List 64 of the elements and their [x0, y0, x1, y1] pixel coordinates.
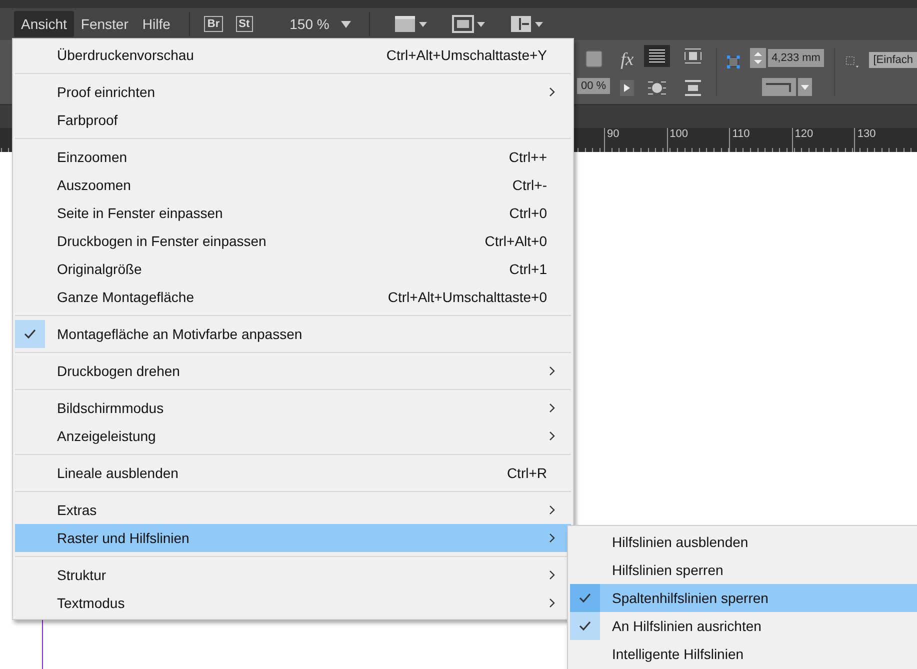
shortcut-label: Ctrl+- [512, 177, 547, 193]
shortcut-label: Ctrl+1 [509, 261, 547, 277]
zoom-dropdown[interactable]: 150 % [290, 16, 352, 32]
shortcut-label: Ctrl+Alt+0 [484, 233, 547, 249]
menu-item[interactable]: Extras [15, 496, 571, 524]
object-style-field[interactable]: [Einfach [869, 52, 917, 68]
menu-item[interactable]: Hilfslinien ausblenden [570, 528, 917, 556]
shortcut-label: Ctrl+R [506, 465, 547, 481]
menu-item-label: Extras [57, 502, 98, 518]
app-badge-button[interactable]: St [236, 16, 253, 32]
menu-item-label: Originalgröße [57, 261, 143, 277]
menu-item[interactable]: Raster und Hilfslinien [15, 524, 571, 552]
menu-item-label: Farbproof [57, 112, 119, 128]
effects-button[interactable]: fx [620, 48, 634, 70]
menu-item[interactable]: Montagefläche an Motivfarbe anpassen [15, 320, 571, 348]
menu-item[interactable]: Einzoomen Ctrl++ [15, 143, 571, 171]
menu-item[interactable]: Textmodus [15, 589, 571, 617]
menu-item-label: Druckbogen drehen [57, 363, 181, 379]
menu-item-label: Auszoomen [57, 177, 132, 193]
menu-item[interactable]: Intelligente Hilfslinien [570, 640, 917, 668]
menu-item-label: Überdruckenvorschau [57, 47, 195, 63]
menu-bar-item[interactable]: Ansicht [14, 11, 74, 37]
menu-item-label: Einzoomen [57, 149, 128, 165]
menu-item-label: Hilfslinien sperren [612, 562, 724, 578]
menu-item[interactable]: Lineale ausblenden Ctrl+R [15, 459, 571, 487]
menu-item-label: Seite in Fenster einpassen [57, 205, 224, 221]
menu-item[interactable]: Überdruckenvorschau Ctrl+Alt+Umschalttaste+Y [15, 41, 571, 69]
menu-item[interactable]: Auszoomen Ctrl+- [15, 171, 571, 199]
menu-item[interactable]: Druckbogen drehen [15, 357, 571, 385]
menu-item-label: Intelligente Hilfslinien [612, 646, 745, 662]
menu-item-label: Anzeigeleistung [57, 428, 157, 444]
shortcut-label: Ctrl+Alt+Umschalttaste+Y [386, 47, 547, 63]
menu-item[interactable]: Farbproof [15, 106, 571, 134]
menu-item-label: Bildschirmmodus [57, 400, 165, 416]
menu-item[interactable]: Druckbogen in Fenster einpassen Ctrl+Alt+0 [15, 227, 571, 255]
stroke-weight-field[interactable]: 4,233 mm [768, 49, 824, 67]
menu-item[interactable]: Spaltenhilfslinien sperren [570, 584, 917, 612]
menu-item-label: Montagefläche an Motivfarbe anpassen [57, 326, 304, 342]
menu-item[interactable]: Bildschirmmodus [15, 394, 571, 422]
menu-item-label: Lineale ausblenden [57, 465, 180, 481]
shortcut-label: Ctrl+Alt+Umschalttaste+0 [388, 289, 547, 305]
menu-item[interactable]: Originalgröße Ctrl+1 [15, 255, 571, 283]
menu-item-label: Hilfslinien ausblenden [612, 534, 750, 550]
menu-item[interactable]: Seite in Fenster einpassen Ctrl+0 [15, 199, 571, 227]
menu-item-label: Raster und Hilfslinien [57, 530, 190, 546]
menu-item-label: Textmodus [57, 595, 126, 611]
menu-item[interactable]: Ganze Montagefläche Ctrl+Alt+Umschalttaste+0 [15, 283, 571, 311]
menu-item-label: Proof einrichten [57, 84, 156, 100]
menu-bar-item[interactable]: Hilfe [135, 11, 178, 37]
menu-item-label: Struktur [57, 567, 108, 583]
menu-item-label: Ganze Montagefläche [57, 289, 195, 305]
menu-bar-item[interactable]: Fenster [74, 11, 136, 37]
opacity-field[interactable]: 00 % [577, 78, 610, 94]
shortcut-label: Ctrl++ [508, 149, 547, 165]
menu-item-label: An Hilfslinien ausrichten [612, 618, 762, 634]
menu-item-label: Druckbogen in Fenster einpassen [57, 233, 268, 249]
menu-item[interactable]: An Hilfslinien ausrichten [570, 612, 917, 640]
menu-item[interactable]: Proof einrichten [15, 78, 571, 106]
menu-item-label: Spaltenhilfslinien sperren [612, 590, 770, 606]
app-badge-button[interactable]: Br [204, 16, 223, 32]
menu-item[interactable]: Hilfslinien sperren [570, 556, 917, 584]
menu-item[interactable]: Struktur [15, 561, 571, 589]
menu-item[interactable]: Anzeigeleistung [15, 422, 571, 450]
shortcut-label: Ctrl+0 [509, 205, 547, 221]
